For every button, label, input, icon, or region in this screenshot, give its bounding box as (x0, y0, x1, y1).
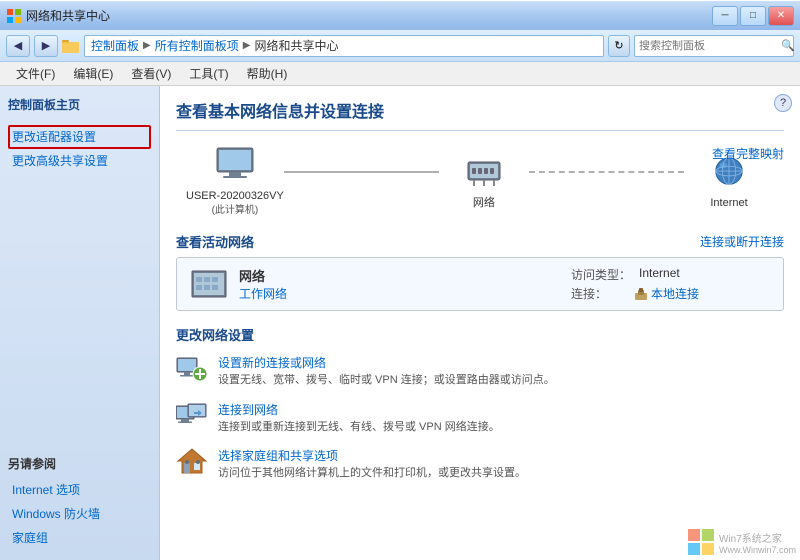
net-node-computer: USER-20200326VY (此计算机) (186, 145, 284, 218)
access-type-value: Internet (639, 266, 680, 283)
main-layout: 控制面板主页 更改适配器设置 更改高级共享设置 另请参阅 Internet 选项… (0, 86, 800, 560)
settings-icon-1 (176, 401, 208, 429)
active-net-info: 网络 工作网络 (239, 266, 561, 302)
settings-link-0[interactable]: 设置新的连接或网络 (218, 354, 784, 371)
search-icon[interactable]: 🔍 (781, 39, 795, 52)
settings-link-1[interactable]: 连接到网络 (218, 401, 784, 418)
maximize-button[interactable]: □ (740, 6, 766, 26)
active-net-type-link[interactable]: 工作网络 (239, 287, 287, 301)
address-bar: ◀ ▶ 控制面板 ▶ 所有控制面板项 ▶ 网络和共享中心 ↻ 🔍 (0, 30, 800, 62)
sidebar-link-adapter[interactable]: 更改适配器设置 (8, 125, 151, 149)
net-node-network: 网络 (439, 152, 529, 211)
refresh-button[interactable]: ↻ (608, 35, 630, 57)
settings-item-2: 选择家庭组和共享选项 访问位于其他网络计算机上的文件和打印机，或更改共享设置。 (176, 447, 784, 481)
connection-label: 连接： (571, 285, 626, 302)
menu-edit[interactable]: 编辑(E) (65, 63, 121, 84)
network-diagram: USER-20200326VY (此计算机) (176, 145, 784, 218)
sidebar-link-firewall[interactable]: Windows 防火墙 (8, 502, 151, 526)
title-bar: 网络和共享中心 ─ □ ✕ (0, 0, 800, 30)
computer-label: USER-20200326VY (此计算机) (186, 189, 284, 218)
connect-disconnect-link[interactable]: 连接或断开连接 (700, 233, 784, 250)
watermark-line2: Www.Winwin7.com (719, 545, 796, 555)
menu-help[interactable]: 帮助(H) (239, 63, 296, 84)
menu-file[interactable]: 文件(F) (8, 63, 63, 84)
computer-icon (211, 145, 259, 185)
watermark-logo: Win7系统之家 Www.Winwin7.com (687, 528, 796, 556)
minimize-button[interactable]: ─ (712, 6, 738, 26)
settings-desc-2: 访问位于其他网络计算机上的文件和打印机，或更改共享设置。 (218, 466, 784, 481)
folder-icon (62, 38, 80, 54)
back-button[interactable]: ◀ (6, 35, 30, 57)
app-icon (6, 8, 22, 24)
content-title: 查看基本网络信息并设置连接 (176, 98, 784, 131)
active-network-header: 查看活动网络 连接或断开连接 (176, 232, 784, 251)
active-net-name: 网络 (239, 266, 561, 285)
settings-icon-2 (176, 447, 208, 475)
net-line-1 (284, 171, 439, 173)
help-icon[interactable]: ? (774, 94, 792, 112)
title-bar-title: 网络和共享中心 (26, 7, 110, 24)
menu-bar: 文件(F) 编辑(E) 查看(V) 工具(T) 帮助(H) (0, 62, 800, 86)
forward-button[interactable]: ▶ (34, 35, 58, 57)
menu-tools[interactable]: 工具(T) (181, 63, 236, 84)
network-label: 网络 (473, 196, 495, 211)
change-settings-title: 更改网络设置 (176, 325, 784, 344)
watermark: Win7系统之家 Www.Winwin7.com (687, 528, 796, 556)
sidebar-also-title: 另请参阅 (8, 455, 151, 472)
watermark-win-logo (687, 528, 715, 556)
settings-text-2: 选择家庭组和共享选项 访问位于其他网络计算机上的文件和打印机，或更改共享设置。 (218, 447, 784, 481)
access-type-row: 访问类型： Internet (571, 266, 771, 283)
title-bar-left: 网络和共享中心 (6, 7, 110, 24)
search-box: 🔍 (634, 35, 794, 57)
arrow-2: ▶ (243, 40, 251, 51)
active-net-icon (189, 266, 229, 302)
access-type-label: 访问类型： (571, 266, 631, 283)
arrow-1: ▶ (143, 40, 151, 51)
view-full-map-link[interactable]: 查看完整映射 (712, 145, 784, 162)
active-network-box: 网络 工作网络 访问类型： Internet 连接： (176, 257, 784, 311)
sidebar-link-homegroup[interactable]: 家庭组 (8, 526, 151, 550)
network-icon (460, 152, 508, 192)
settings-desc-1: 连接到或重新连接到无线、有线、拨号或 VPN 网络连接。 (218, 420, 784, 435)
settings-item-0: 设置新的连接或网络 设置无线、宽带、拨号、临时或 VPN 连接；或设置路由器或访… (176, 354, 784, 388)
settings-text-1: 连接到网络 连接到或重新连接到无线、有线、拨号或 VPN 网络连接。 (218, 401, 784, 435)
internet-label: Internet (710, 196, 747, 211)
title-bar-buttons: ─ □ ✕ (712, 6, 794, 26)
close-button[interactable]: ✕ (768, 6, 794, 26)
settings-link-2[interactable]: 选择家庭组和共享选项 (218, 447, 784, 464)
settings-desc-0: 设置无线、宽带、拨号、临时或 VPN 连接；或设置路由器或访问点。 (218, 373, 784, 388)
path-part-2: 所有控制面板项 (155, 37, 239, 54)
active-network-title: 查看活动网络 (176, 232, 254, 251)
search-input[interactable] (639, 40, 781, 52)
menu-view[interactable]: 查看(V) (123, 63, 179, 84)
active-net-stats: 访问类型： Internet 连接： 本地连接 (571, 266, 771, 302)
address-path[interactable]: 控制面板 ▶ 所有控制面板项 ▶ 网络和共享中心 (84, 35, 604, 57)
sidebar-link-internet-options[interactable]: Internet 选项 (8, 478, 151, 502)
net-line-2 (529, 171, 684, 173)
connection-icon (634, 287, 648, 301)
path-part-3: 网络和共享中心 (254, 37, 338, 54)
sidebar-main-title: 控制面板主页 (8, 96, 151, 117)
settings-icon-0 (176, 354, 208, 382)
connection-row: 连接： 本地连接 (571, 285, 771, 302)
watermark-line1: Win7系统之家 (719, 530, 796, 545)
path-part-1: 控制面板 (91, 37, 139, 54)
connection-value-link[interactable]: 本地连接 (651, 285, 699, 302)
watermark-text: Win7系统之家 Www.Winwin7.com (719, 530, 796, 555)
sidebar-link-sharing[interactable]: 更改高级共享设置 (8, 149, 151, 173)
sidebar-also-section: 另请参阅 Internet 选项 Windows 防火墙 家庭组 (8, 445, 151, 550)
content-area: ? 查看基本网络信息并设置连接 USER-2020032 (160, 86, 800, 560)
sidebar: 控制面板主页 更改适配器设置 更改高级共享设置 另请参阅 Internet 选项… (0, 86, 160, 560)
connection-value-container: 本地连接 (634, 285, 699, 302)
settings-text-0: 设置新的连接或网络 设置无线、宽带、拨号、临时或 VPN 连接；或设置路由器或访… (218, 354, 784, 388)
settings-item-1: 连接到网络 连接到或重新连接到无线、有线、拨号或 VPN 网络连接。 (176, 401, 784, 435)
